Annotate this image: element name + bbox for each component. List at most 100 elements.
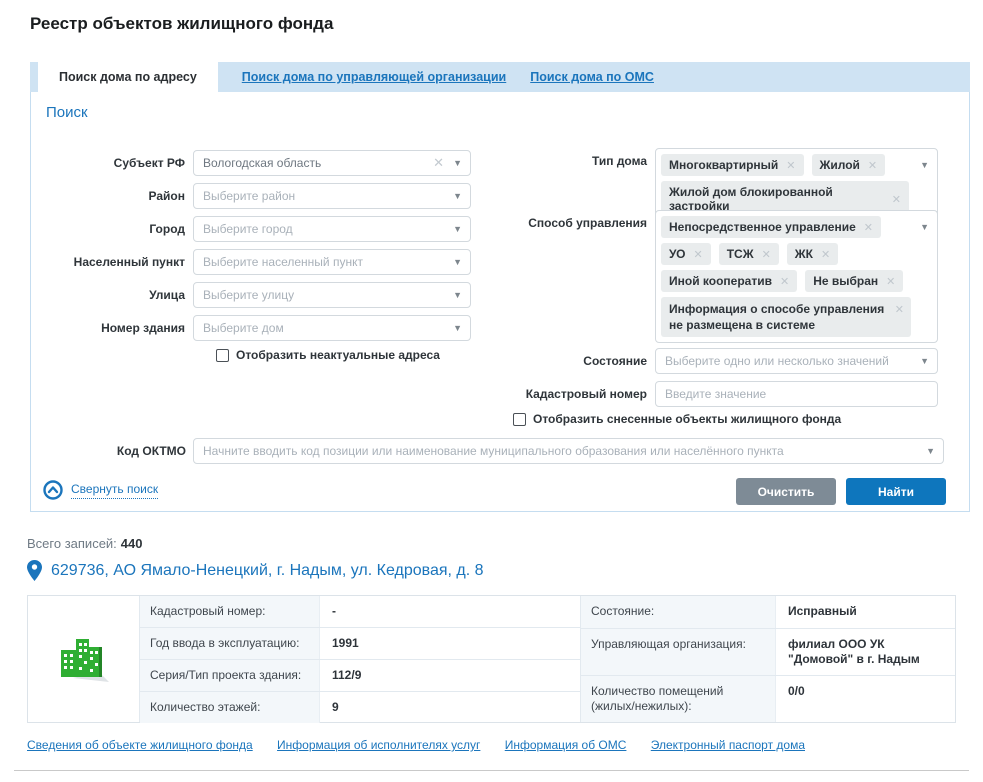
clear-button[interactable]: Очистить bbox=[736, 478, 836, 505]
details-left-block: Кадастровый номер: - Год ввода в эксплуа… bbox=[140, 596, 580, 722]
row-label: Количество этажей: bbox=[140, 692, 320, 723]
tag-label: УО bbox=[669, 247, 686, 261]
total-records-value: 440 bbox=[121, 536, 143, 551]
settlement-placeholder: Выберите населенный пункт bbox=[194, 250, 470, 274]
show-inactive-checkbox-row[interactable]: Отобразить неактуальные адреса bbox=[216, 348, 440, 362]
remove-tag-icon[interactable]: ✕ bbox=[821, 248, 830, 261]
chevron-down-icon[interactable]: ▼ bbox=[926, 439, 935, 464]
remove-tag-icon[interactable]: ✕ bbox=[762, 248, 771, 261]
cadastral-input[interactable]: Введите значение bbox=[655, 381, 938, 407]
remove-tag-icon[interactable]: ✕ bbox=[786, 159, 795, 172]
building-placeholder: Выберите дом bbox=[194, 316, 470, 340]
link-service-providers[interactable]: Информация об исполнителях услуг bbox=[277, 738, 480, 752]
row-label: Серия/Тип проекта здания: bbox=[140, 660, 320, 691]
show-inactive-checkbox[interactable] bbox=[216, 349, 229, 362]
collapse-search-link[interactable]: Свернуть поиск bbox=[43, 480, 158, 500]
tag-chip: Не выбран✕ bbox=[805, 270, 903, 292]
remove-tag-icon[interactable]: ✕ bbox=[895, 302, 904, 318]
result-details-table: Кадастровый номер: - Год ввода в эксплуа… bbox=[27, 595, 956, 723]
row-value: 9 bbox=[320, 692, 580, 723]
remove-tag-icon[interactable]: ✕ bbox=[886, 275, 895, 288]
subject-label: Субъект РФ bbox=[31, 150, 193, 176]
tab-search-by-oms[interactable]: Поиск дома по ОМС bbox=[530, 62, 654, 92]
remove-tag-icon[interactable]: ✕ bbox=[868, 159, 877, 172]
remove-tag-icon[interactable]: ✕ bbox=[892, 193, 901, 206]
row-value: - bbox=[320, 596, 580, 627]
city-select[interactable]: Выберите город ▼ bbox=[193, 216, 471, 242]
chevron-down-icon[interactable]: ▼ bbox=[453, 184, 462, 209]
show-demolished-checkbox-row[interactable]: Отобразить снесенные объекты жилищного ф… bbox=[513, 412, 841, 426]
tag-label: ЖК bbox=[795, 247, 813, 261]
tab-search-by-address[interactable]: Поиск дома по адресу bbox=[38, 62, 218, 92]
street-select[interactable]: Выберите улицу ▼ bbox=[193, 282, 471, 308]
table-row: Количество этажей: 9 bbox=[140, 692, 580, 723]
table-row: Год ввода в эксплуатацию: 1991 bbox=[140, 628, 580, 660]
chevron-down-icon[interactable]: ▼ bbox=[920, 215, 929, 240]
city-placeholder: Выберите город bbox=[194, 217, 470, 241]
tag-label: Жилой дом блокированной застройки bbox=[669, 185, 884, 213]
collapse-up-icon bbox=[43, 480, 63, 500]
state-label: Состояние bbox=[503, 348, 655, 374]
street-label: Улица bbox=[31, 282, 193, 308]
bottom-divider bbox=[14, 770, 969, 771]
row-value: Исправный bbox=[776, 596, 955, 628]
chevron-down-icon[interactable]: ▼ bbox=[453, 283, 462, 308]
clear-subject-icon[interactable]: ✕ bbox=[433, 151, 444, 175]
district-select[interactable]: Выберите район ▼ bbox=[193, 183, 471, 209]
building-icon-cell bbox=[28, 596, 140, 722]
tag-label: Многоквартирный bbox=[669, 158, 778, 172]
total-records-label: Всего записей: bbox=[27, 536, 117, 551]
tag-chip: ЖК ✕ bbox=[787, 243, 838, 265]
row-label: Количество помещений (жилых/нежилых): bbox=[581, 676, 776, 722]
row-label: Состояние: bbox=[581, 596, 776, 628]
remove-tag-icon[interactable]: ✕ bbox=[864, 221, 873, 234]
cadastral-label: Кадастровый номер bbox=[503, 381, 655, 407]
tag-label: ТСЖ bbox=[727, 247, 754, 261]
tag-label: Непосредственное управление bbox=[669, 220, 856, 234]
remove-tag-icon[interactable]: ✕ bbox=[780, 275, 789, 288]
state-select[interactable]: Выберите одно или несколько значений ▼ bbox=[655, 348, 938, 374]
tag-chip: Непосредственное управление ✕ bbox=[661, 216, 881, 238]
page-title: Реестр объектов жилищного фонда bbox=[30, 14, 333, 34]
find-button[interactable]: Найти bbox=[846, 478, 946, 505]
chevron-down-icon[interactable]: ▼ bbox=[920, 153, 929, 178]
management-multiselect[interactable]: Непосредственное управление ✕ УО ✕ ТСЖ ✕ ЖК… bbox=[655, 210, 938, 343]
oktmo-input[interactable]: Начните вводить код позиции или наименов… bbox=[193, 438, 944, 464]
link-object-info[interactable]: Сведения об объекте жилищного фонда bbox=[27, 738, 253, 752]
tag-chip: Информация о способе управления не разме… bbox=[661, 297, 911, 337]
tab-bar: Поиск дома по адресу Поиск дома по управ… bbox=[30, 62, 970, 92]
chevron-down-icon[interactable]: ▼ bbox=[453, 250, 462, 275]
table-row: Кадастровый номер: - bbox=[140, 596, 580, 628]
row-label: Год ввода в эксплуатацию: bbox=[140, 628, 320, 659]
table-row: Серия/Тип проекта здания: 112/9 bbox=[140, 660, 580, 692]
link-electronic-passport[interactable]: Электронный паспорт дома bbox=[651, 738, 805, 752]
location-pin-icon bbox=[27, 560, 42, 581]
result-address-text: 629736, АО Ямало-Ненецкий, г. Надым, ул.… bbox=[51, 562, 484, 580]
row-label: Управляющая организация: bbox=[581, 629, 776, 675]
remove-tag-icon[interactable]: ✕ bbox=[694, 248, 703, 261]
state-placeholder: Выберите одно или несколько значений bbox=[656, 349, 937, 373]
street-placeholder: Выберите улицу bbox=[194, 283, 470, 307]
building-label: Номер здания bbox=[31, 315, 193, 341]
tag-chip: Иной кооператив✕ bbox=[661, 270, 797, 292]
show-demolished-checkbox[interactable] bbox=[513, 413, 526, 426]
chevron-down-icon[interactable]: ▼ bbox=[453, 151, 462, 176]
settlement-select[interactable]: Выберите населенный пункт ▼ bbox=[193, 249, 471, 275]
chevron-down-icon[interactable]: ▼ bbox=[453, 316, 462, 341]
collapse-search-label: Свернуть поиск bbox=[71, 482, 158, 499]
tab-search-by-organization[interactable]: Поиск дома по управляющей организации bbox=[242, 62, 506, 92]
row-label: Кадастровый номер: bbox=[140, 596, 320, 627]
link-oms-info[interactable]: Информация об ОМС bbox=[505, 738, 627, 752]
row-value: 1991 bbox=[320, 628, 580, 659]
search-heading: Поиск bbox=[46, 104, 88, 121]
row-value: 112/9 bbox=[320, 660, 580, 691]
chevron-down-icon[interactable]: ▼ bbox=[920, 349, 929, 374]
management-label: Способ управления bbox=[503, 210, 655, 343]
tag-chip: Многоквартирный ✕ bbox=[661, 154, 804, 176]
subject-select[interactable]: Вологодская область ✕ ▼ bbox=[193, 150, 471, 176]
result-address-link[interactable]: 629736, АО Ямало-Ненецкий, г. Надым, ул.… bbox=[27, 560, 484, 581]
building-select[interactable]: Выберите дом ▼ bbox=[193, 315, 471, 341]
row-value: 0/0 bbox=[776, 676, 955, 722]
chevron-down-icon[interactable]: ▼ bbox=[453, 217, 462, 242]
tag-chip: Жилой✕ bbox=[812, 154, 886, 176]
